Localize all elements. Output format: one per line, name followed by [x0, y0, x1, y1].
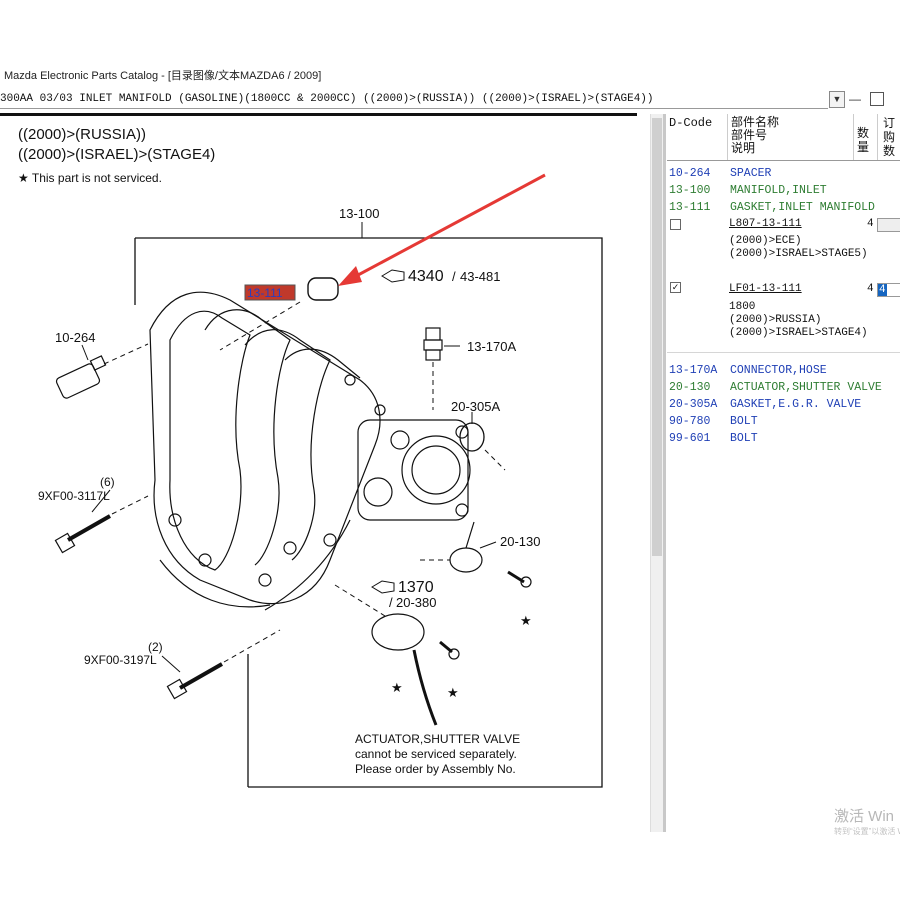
header-qty-line-2: 量	[857, 140, 870, 154]
parts-list-pane: D-Code 部件名称 部件号 说明 数 量 订 购 数 10-264 SPAC…	[667, 114, 900, 832]
gasket-13-111	[307, 277, 339, 301]
minimize-icon[interactable]: —	[848, 90, 862, 108]
part-desc: ACTUATOR,SHUTTER VALVE	[730, 381, 882, 394]
activation-watermark-hint: 转到“设置”以激活 Windows	[834, 827, 900, 836]
svg-text:★: ★	[447, 685, 459, 700]
chevron-down-icon[interactable]: ▼	[829, 91, 845, 108]
part-code: 13-170A	[669, 364, 718, 377]
part-desc: GASKET,E.G.R. VALVE	[730, 398, 862, 411]
actuator-note-line-2: cannot be serviced separately.	[355, 747, 517, 761]
header-order-qty: 订 购 数	[883, 116, 899, 158]
order-qty-input-lf01[interactable]: 4	[877, 283, 900, 297]
actuator-drawings	[371, 521, 483, 726]
applicability-line: (2000)>ISRAEL>STAGE4)	[729, 327, 868, 339]
part-code: 13-111	[669, 201, 711, 214]
header-order-line-1: 订	[883, 116, 896, 130]
order-qty-input-l807[interactable]	[877, 218, 900, 232]
part-code: 20-130	[669, 381, 711, 394]
callout-slash-2: /	[389, 595, 393, 610]
applicability-line: (2000)>RUSSIA)	[729, 314, 822, 326]
ref-hand-icon	[381, 269, 405, 283]
parts-diagram: ★ ★ ★ 13-100 13-111 4340 / 43-481 13-170…	[38, 173, 603, 788]
callout-4340: 4340	[408, 268, 444, 285]
assembly-frame	[135, 237, 603, 788]
callout-20-380: 20-380	[396, 595, 436, 610]
qty-lf01: 4	[867, 283, 874, 295]
gasket-20-305a	[459, 422, 485, 452]
part-code: 99-601	[669, 432, 711, 445]
part-number-lf01[interactable]: LF01-13-111	[729, 283, 802, 295]
callout-10-264: 10-264	[55, 330, 95, 345]
activation-watermark: 激活 Win	[834, 808, 895, 825]
part-desc: SPACER	[730, 167, 772, 180]
callout-slash-1: /	[452, 269, 456, 284]
callout-1370: 1370	[398, 579, 434, 596]
ref-hand-icon	[371, 580, 395, 594]
actuator-note-line-3: Please order by Assembly No.	[355, 762, 516, 776]
highlight-arrow	[344, 173, 546, 284]
actuator-note-line-1: ACTUATOR,SHUTTER VALVE	[355, 732, 520, 746]
callout-43-481: 43-481	[460, 269, 500, 284]
header-part-name: 部件名称 部件号 说明	[731, 116, 851, 155]
callout-13-111: 13-111	[247, 286, 283, 300]
svg-text:★: ★	[391, 680, 403, 695]
pane-splitter[interactable]	[663, 114, 666, 832]
qty-l807: 4	[867, 218, 874, 230]
connector-13-170a-drawing	[423, 327, 443, 361]
spacer-10-264-drawing	[55, 355, 107, 399]
part-code: 10-264	[669, 167, 711, 180]
callout-9xf00-3117l: 9XF00-3117L	[38, 489, 110, 503]
callout-13-170a: 13-170A	[467, 339, 516, 354]
header-quantity: 数 量	[857, 126, 873, 154]
part-desc: BOLT	[730, 432, 758, 445]
svg-text:★: ★	[520, 613, 532, 628]
callout-9xf00-3197l: 9XF00-3197L	[84, 653, 157, 667]
order-qty-value: 4	[878, 284, 887, 296]
applicability-line: 1800	[729, 301, 756, 313]
select-checkbox-l807[interactable]	[670, 219, 681, 230]
part-code: 20-305A	[669, 398, 718, 411]
header-order-line-3: 数	[883, 144, 896, 158]
applicability-line: (2000)>ISRAEL>STAGE5)	[729, 248, 868, 260]
select-checkbox-lf01[interactable]: ✓	[670, 282, 681, 293]
part-desc: GASKET,INLET MANIFOLD	[730, 201, 875, 214]
leader-lines	[103, 301, 506, 663]
callout-13-100: 13-100	[339, 206, 379, 221]
applicability-line: (2000)>ECE)	[729, 235, 802, 247]
parts-list-header: D-Code 部件名称 部件号 说明 数 量 订 购 数	[667, 114, 900, 161]
header-name-line-3: 说明	[731, 141, 756, 155]
maximize-icon[interactable]	[870, 92, 884, 106]
part-desc: MANIFOLD,INLET	[730, 184, 827, 197]
header-order-line-2: 购	[883, 130, 896, 144]
callout-qty-6: (6)	[100, 475, 115, 489]
callout-qty-2: (2)	[148, 640, 163, 654]
callout-20-130: 20-130	[500, 534, 540, 549]
part-desc: BOLT	[730, 415, 758, 428]
scrollbar-thumb[interactable]	[652, 118, 662, 556]
part-code: 90-780	[669, 415, 711, 428]
diagram-scrollbar[interactable]	[650, 114, 663, 832]
manifold-drawing	[149, 291, 386, 611]
header-qty-line-1: 数	[857, 126, 870, 140]
throttle-body-drawing	[357, 419, 471, 521]
part-desc: CONNECTOR,HOSE	[730, 364, 827, 377]
header-dcode: D-Code	[669, 116, 713, 130]
part-number-l807[interactable]: L807-13-111	[729, 218, 802, 230]
star-markers: ★ ★ ★	[391, 613, 532, 700]
part-code: 13-100	[669, 184, 711, 197]
callout-20-305a: 20-305A	[451, 399, 500, 414]
